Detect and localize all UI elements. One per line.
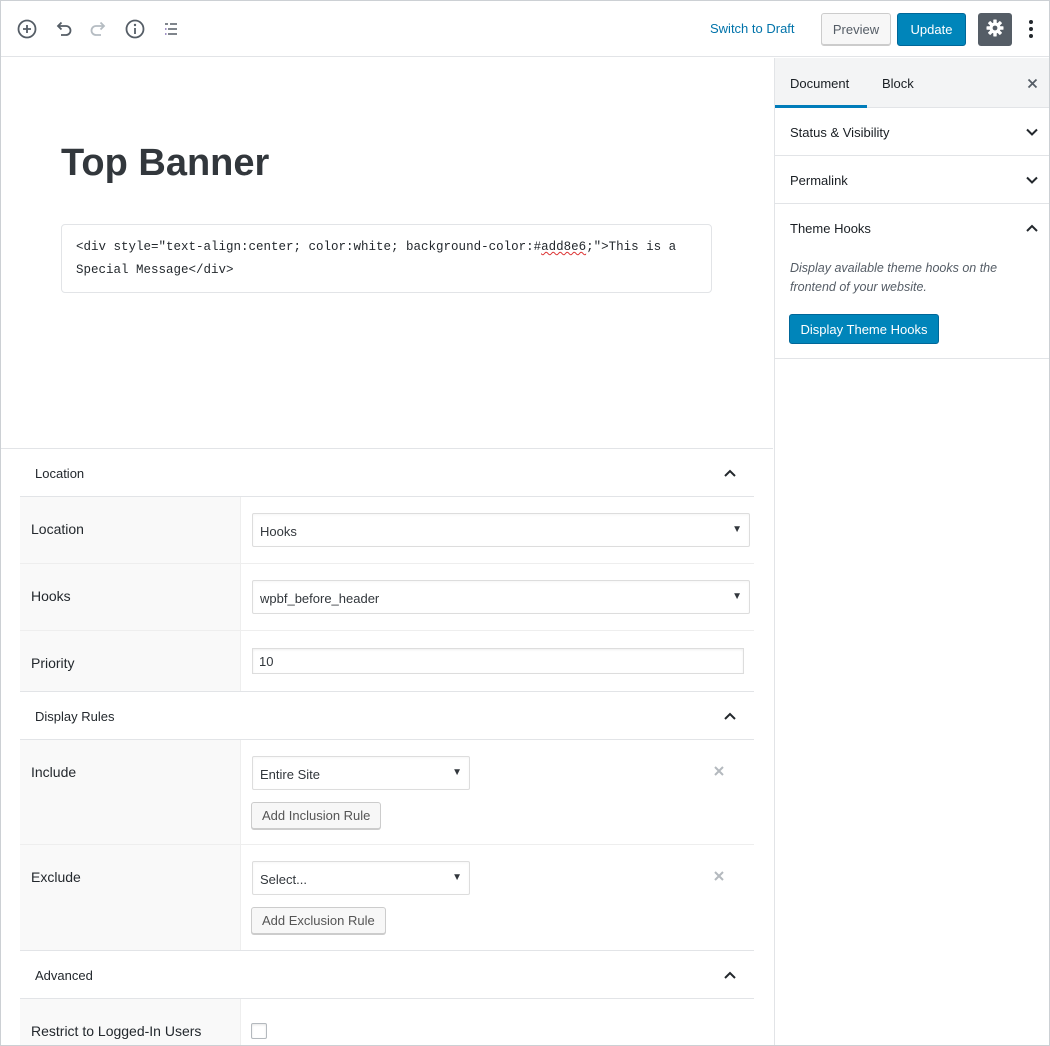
- add-exclusion-rule-button[interactable]: Add Exclusion Rule: [251, 907, 386, 934]
- panel-title: Permalink: [790, 173, 848, 188]
- chevron-up-icon[interactable]: [722, 708, 738, 724]
- gear-icon: [985, 18, 1005, 41]
- include-row: Include Entire Site ▼ Add Inclusion Rule: [20, 740, 754, 845]
- remove-rule-icon[interactable]: [712, 764, 726, 778]
- plus-circle-icon[interactable]: [15, 17, 39, 41]
- label-cell: Location: [20, 497, 241, 563]
- field-label: Exclude: [31, 869, 81, 885]
- settings-button[interactable]: [978, 13, 1012, 46]
- section-title: Display Rules: [35, 709, 115, 724]
- top-toolbar: Switch to Draft Preview Update: [1, 1, 1049, 57]
- preview-button[interactable]: Preview: [821, 13, 891, 46]
- caret-down-icon: ▼: [732, 591, 742, 602]
- custom-html-block[interactable]: <div style="text-align:center; color:whi…: [61, 224, 712, 293]
- display-theme-hooks-button[interactable]: Display Theme Hooks: [789, 314, 939, 344]
- undo-icon[interactable]: [51, 17, 75, 41]
- editor-canvas: Top Banner <div style="text-align:center…: [1, 58, 773, 1045]
- chevron-up-icon: [1024, 220, 1040, 236]
- priority-input[interactable]: 10: [252, 648, 744, 674]
- select-value: Hooks: [260, 524, 297, 539]
- field-label: Hooks: [31, 588, 71, 604]
- theme-hooks-panel[interactable]: Theme Hooks: [775, 204, 1049, 252]
- misspelled-word: add8e6: [541, 240, 587, 254]
- display-rules-section-header[interactable]: Display Rules: [20, 692, 754, 740]
- chevron-down-icon: [1024, 172, 1040, 188]
- html-code-text-line2: Special Message</div>: [76, 263, 234, 277]
- permalink-panel[interactable]: Permalink: [775, 156, 1049, 204]
- label-cell: Priority: [20, 631, 241, 691]
- close-icon[interactable]: [1025, 76, 1039, 90]
- field-label: Priority: [31, 655, 75, 671]
- editor-app: Switch to Draft Preview Update Top Banne…: [0, 0, 1050, 1046]
- label-cell: Restrict to Logged-In Users: [20, 999, 241, 1045]
- label-cell: Hooks: [20, 564, 241, 630]
- input-value: 10: [259, 654, 274, 669]
- meta-boxes: Location Location Hooks ▼ Hooks wpbf_bef…: [1, 448, 773, 1045]
- exclude-row: Exclude Select... ▼ Add Exclusion Rule: [20, 845, 754, 951]
- hooks-select[interactable]: wpbf_before_header ▼: [252, 580, 750, 614]
- select-value: Select...: [260, 872, 307, 887]
- exclude-select[interactable]: Select... ▼: [252, 861, 470, 895]
- field-label: Include: [31, 764, 77, 780]
- section-title: Advanced: [35, 968, 93, 983]
- priority-row: Priority 10: [20, 631, 754, 692]
- sidebar-tabs: Document Block: [775, 58, 1049, 108]
- info-icon[interactable]: [123, 17, 147, 41]
- update-button[interactable]: Update: [897, 13, 966, 46]
- select-value: wpbf_before_header: [260, 591, 380, 606]
- hooks-row: Hooks wpbf_before_header ▼: [20, 564, 754, 631]
- html-code-text: <div style="text-align:center; color:whi…: [76, 240, 542, 254]
- panel-title: Status & Visibility: [790, 125, 890, 140]
- chevron-up-icon[interactable]: [722, 465, 738, 481]
- location-select[interactable]: Hooks ▼: [252, 513, 750, 547]
- vertical-ellipsis-icon[interactable]: [1021, 17, 1041, 41]
- restrict-logged-in-checkbox[interactable]: [251, 1023, 267, 1039]
- section-title: Location: [35, 466, 85, 481]
- restrict-row: Restrict to Logged-In Users: [20, 999, 754, 1045]
- list-icon[interactable]: [159, 17, 183, 41]
- post-title[interactable]: Top Banner: [61, 142, 269, 184]
- field-label: Restrict to Logged-In Users: [31, 1023, 202, 1039]
- caret-down-icon: ▼: [732, 524, 742, 535]
- switch-to-draft-link[interactable]: Switch to Draft: [710, 21, 795, 36]
- settings-sidebar: Document Block Status & Visibility Perma…: [774, 58, 1049, 1045]
- caret-down-icon: ▼: [452, 872, 462, 883]
- remove-rule-icon[interactable]: [712, 869, 726, 883]
- select-value: Entire Site: [260, 767, 320, 782]
- include-select[interactable]: Entire Site ▼: [252, 756, 470, 790]
- panel-title: Theme Hooks: [790, 221, 871, 236]
- chevron-up-icon[interactable]: [722, 967, 738, 983]
- theme-hooks-body: Display available theme hooks on the fro…: [775, 252, 1049, 359]
- caret-down-icon: ▼: [452, 767, 462, 778]
- tab-block[interactable]: Block: [867, 58, 927, 108]
- html-code-text-end: ;">This is a: [586, 240, 677, 254]
- location-section-header[interactable]: Location: [20, 449, 754, 497]
- redo-icon[interactable]: [87, 17, 111, 41]
- advanced-section-header[interactable]: Advanced: [20, 951, 754, 999]
- status-visibility-panel[interactable]: Status & Visibility: [775, 108, 1049, 156]
- add-inclusion-rule-button[interactable]: Add Inclusion Rule: [251, 802, 382, 829]
- location-row: Location Hooks ▼: [20, 497, 754, 564]
- label-cell: Include: [20, 740, 241, 844]
- theme-hooks-description: Display available theme hooks on the fro…: [790, 261, 998, 294]
- field-label: Location: [31, 521, 84, 537]
- tab-document[interactable]: Document: [775, 58, 867, 108]
- label-cell: Exclude: [20, 845, 241, 950]
- chevron-down-icon: [1024, 124, 1040, 140]
